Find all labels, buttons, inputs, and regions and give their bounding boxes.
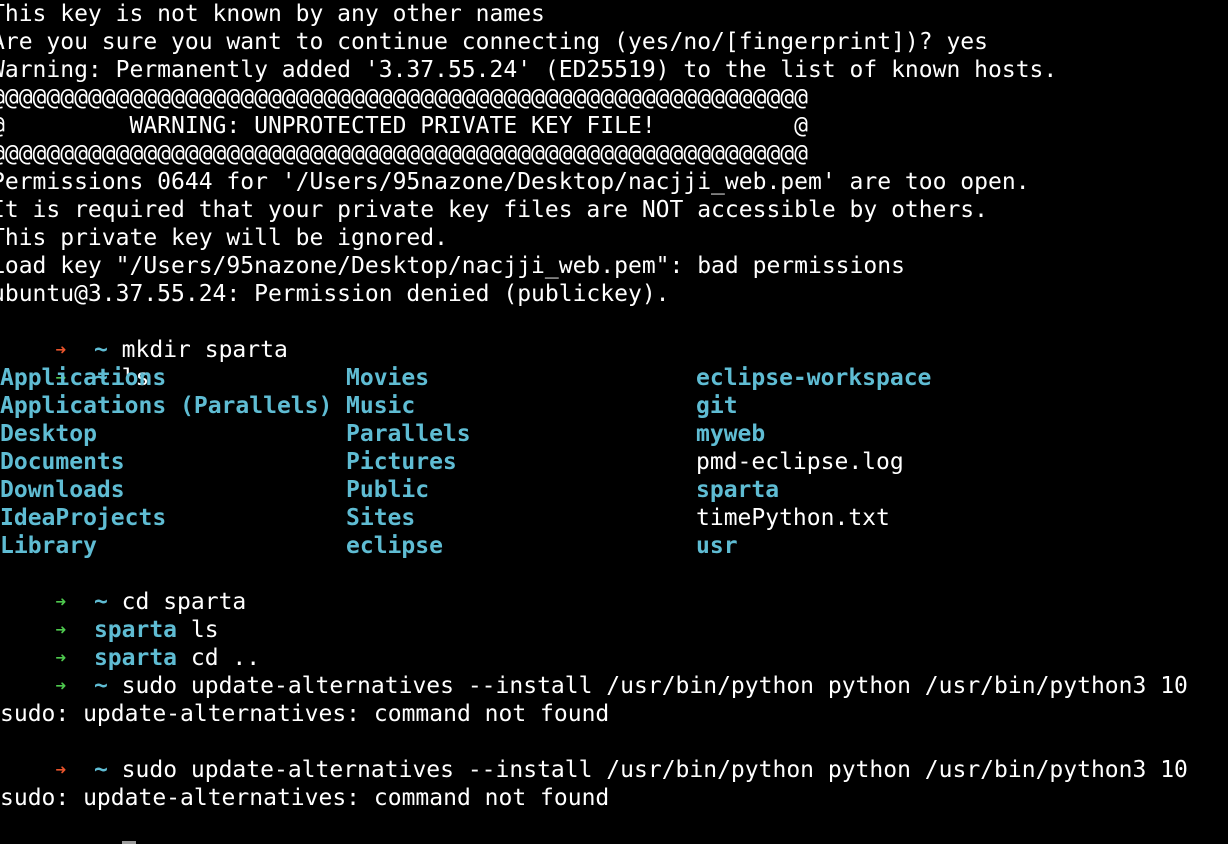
listing-row: Applications (Parallels) Music git xyxy=(0,392,1228,420)
terminal-window[interactable]: This key is not known by any other names… xyxy=(0,0,1228,844)
listing-entry: Desktop xyxy=(0,421,97,447)
listing-entry: eclipse xyxy=(346,533,443,559)
listing-entry: pmd-eclipse.log xyxy=(696,449,904,475)
listing-entry: Pictures xyxy=(346,449,457,475)
listing-entry: sparta xyxy=(696,477,780,503)
listing-entry: Parallels xyxy=(346,421,471,447)
listing-row: Library eclipse usr xyxy=(0,532,1228,560)
prompt-line: ➜ sparta ls xyxy=(0,588,218,643)
listing-entry: Movies xyxy=(346,365,430,391)
prompt-arrow-icon: ➜ xyxy=(55,760,67,781)
listing-entry: usr xyxy=(696,533,738,559)
prompt-cwd: ~ xyxy=(93,673,108,699)
prompt-cwd: ~ xyxy=(93,757,108,783)
command-text: sudo update-alternatives --install /usr/… xyxy=(121,757,1188,783)
output-line: Warning: Permanently added '3.37.55.24' … xyxy=(0,57,1058,83)
listing-entry: git xyxy=(696,393,738,419)
error-line: sudo: update-alternatives: command not f… xyxy=(0,701,610,727)
prompt-line: ➜ ~ sudo update-alternatives --install /… xyxy=(0,728,1188,783)
listing-row: Documents Pictures pmd-eclipse.log xyxy=(0,448,1228,476)
command-text: sudo update-alternatives --install /usr/… xyxy=(121,673,1188,699)
listing-entry: Sites xyxy=(346,505,416,531)
prompt-line: ➜ ~ sudo update-alternatives --install /… xyxy=(0,644,1188,699)
prompt-line: ➜ sparta cd .. xyxy=(0,616,260,671)
prompt-arrow-icon: ➜ xyxy=(55,676,67,697)
listing-row: Desktop Parallels myweb xyxy=(0,420,1228,448)
listing-row: IdeaProjects Sites timePython.txt xyxy=(0,504,1228,532)
listing-entry: myweb xyxy=(696,421,766,447)
listing-entry: Applications (Parallels) xyxy=(0,393,333,419)
prompt-line: ➜ ~ cd sparta xyxy=(0,560,246,615)
listing-entry: Downloads xyxy=(0,477,125,503)
output-line: This private key will be ignored. xyxy=(0,225,448,251)
listing-entry: Applications xyxy=(0,365,167,391)
listing-entry: timePython.txt xyxy=(696,505,890,531)
warning-border: @@@@@@@@@@@@@@@@@@@@@@@@@@@@@@@@@@@@@@@@… xyxy=(0,141,808,167)
warning-banner: @ WARNING: UNPROTECTED PRIVATE KEY FILE!… xyxy=(0,113,808,139)
prompt-line: ➜ ~ mkdir sparta xyxy=(0,308,287,363)
output-line: Are you sure you want to continue connec… xyxy=(0,29,988,55)
output-line: It is required that your private key fil… xyxy=(0,197,988,223)
active-prompt-line[interactable]: ➜ ~ xyxy=(0,812,136,844)
output-line: This key is not known by any other names xyxy=(0,1,545,27)
output-line: Permissions 0644 for '/Users/95nazone/De… xyxy=(0,169,1030,195)
listing-entry: eclipse-workspace xyxy=(696,365,932,391)
listing-row: Downloads Public sparta xyxy=(0,476,1228,504)
listing-entry: IdeaProjects xyxy=(0,505,167,531)
listing-entry: Music xyxy=(346,393,416,419)
output-line: ubuntu@3.37.55.24: Permission denied (pu… xyxy=(0,281,670,307)
listing-row: Applications Movies eclipse-workspace xyxy=(0,364,1228,392)
output-line: Load key "/Users/95nazone/Desktop/nacjji… xyxy=(0,253,905,279)
error-line: sudo: update-alternatives: command not f… xyxy=(0,785,610,811)
listing-entry: Library xyxy=(0,533,97,559)
listing-entry: Documents xyxy=(0,449,125,475)
warning-border: @@@@@@@@@@@@@@@@@@@@@@@@@@@@@@@@@@@@@@@@… xyxy=(0,85,808,111)
listing-entry: Public xyxy=(346,477,430,503)
prompt-line: ➜ ~ ls xyxy=(0,336,149,391)
